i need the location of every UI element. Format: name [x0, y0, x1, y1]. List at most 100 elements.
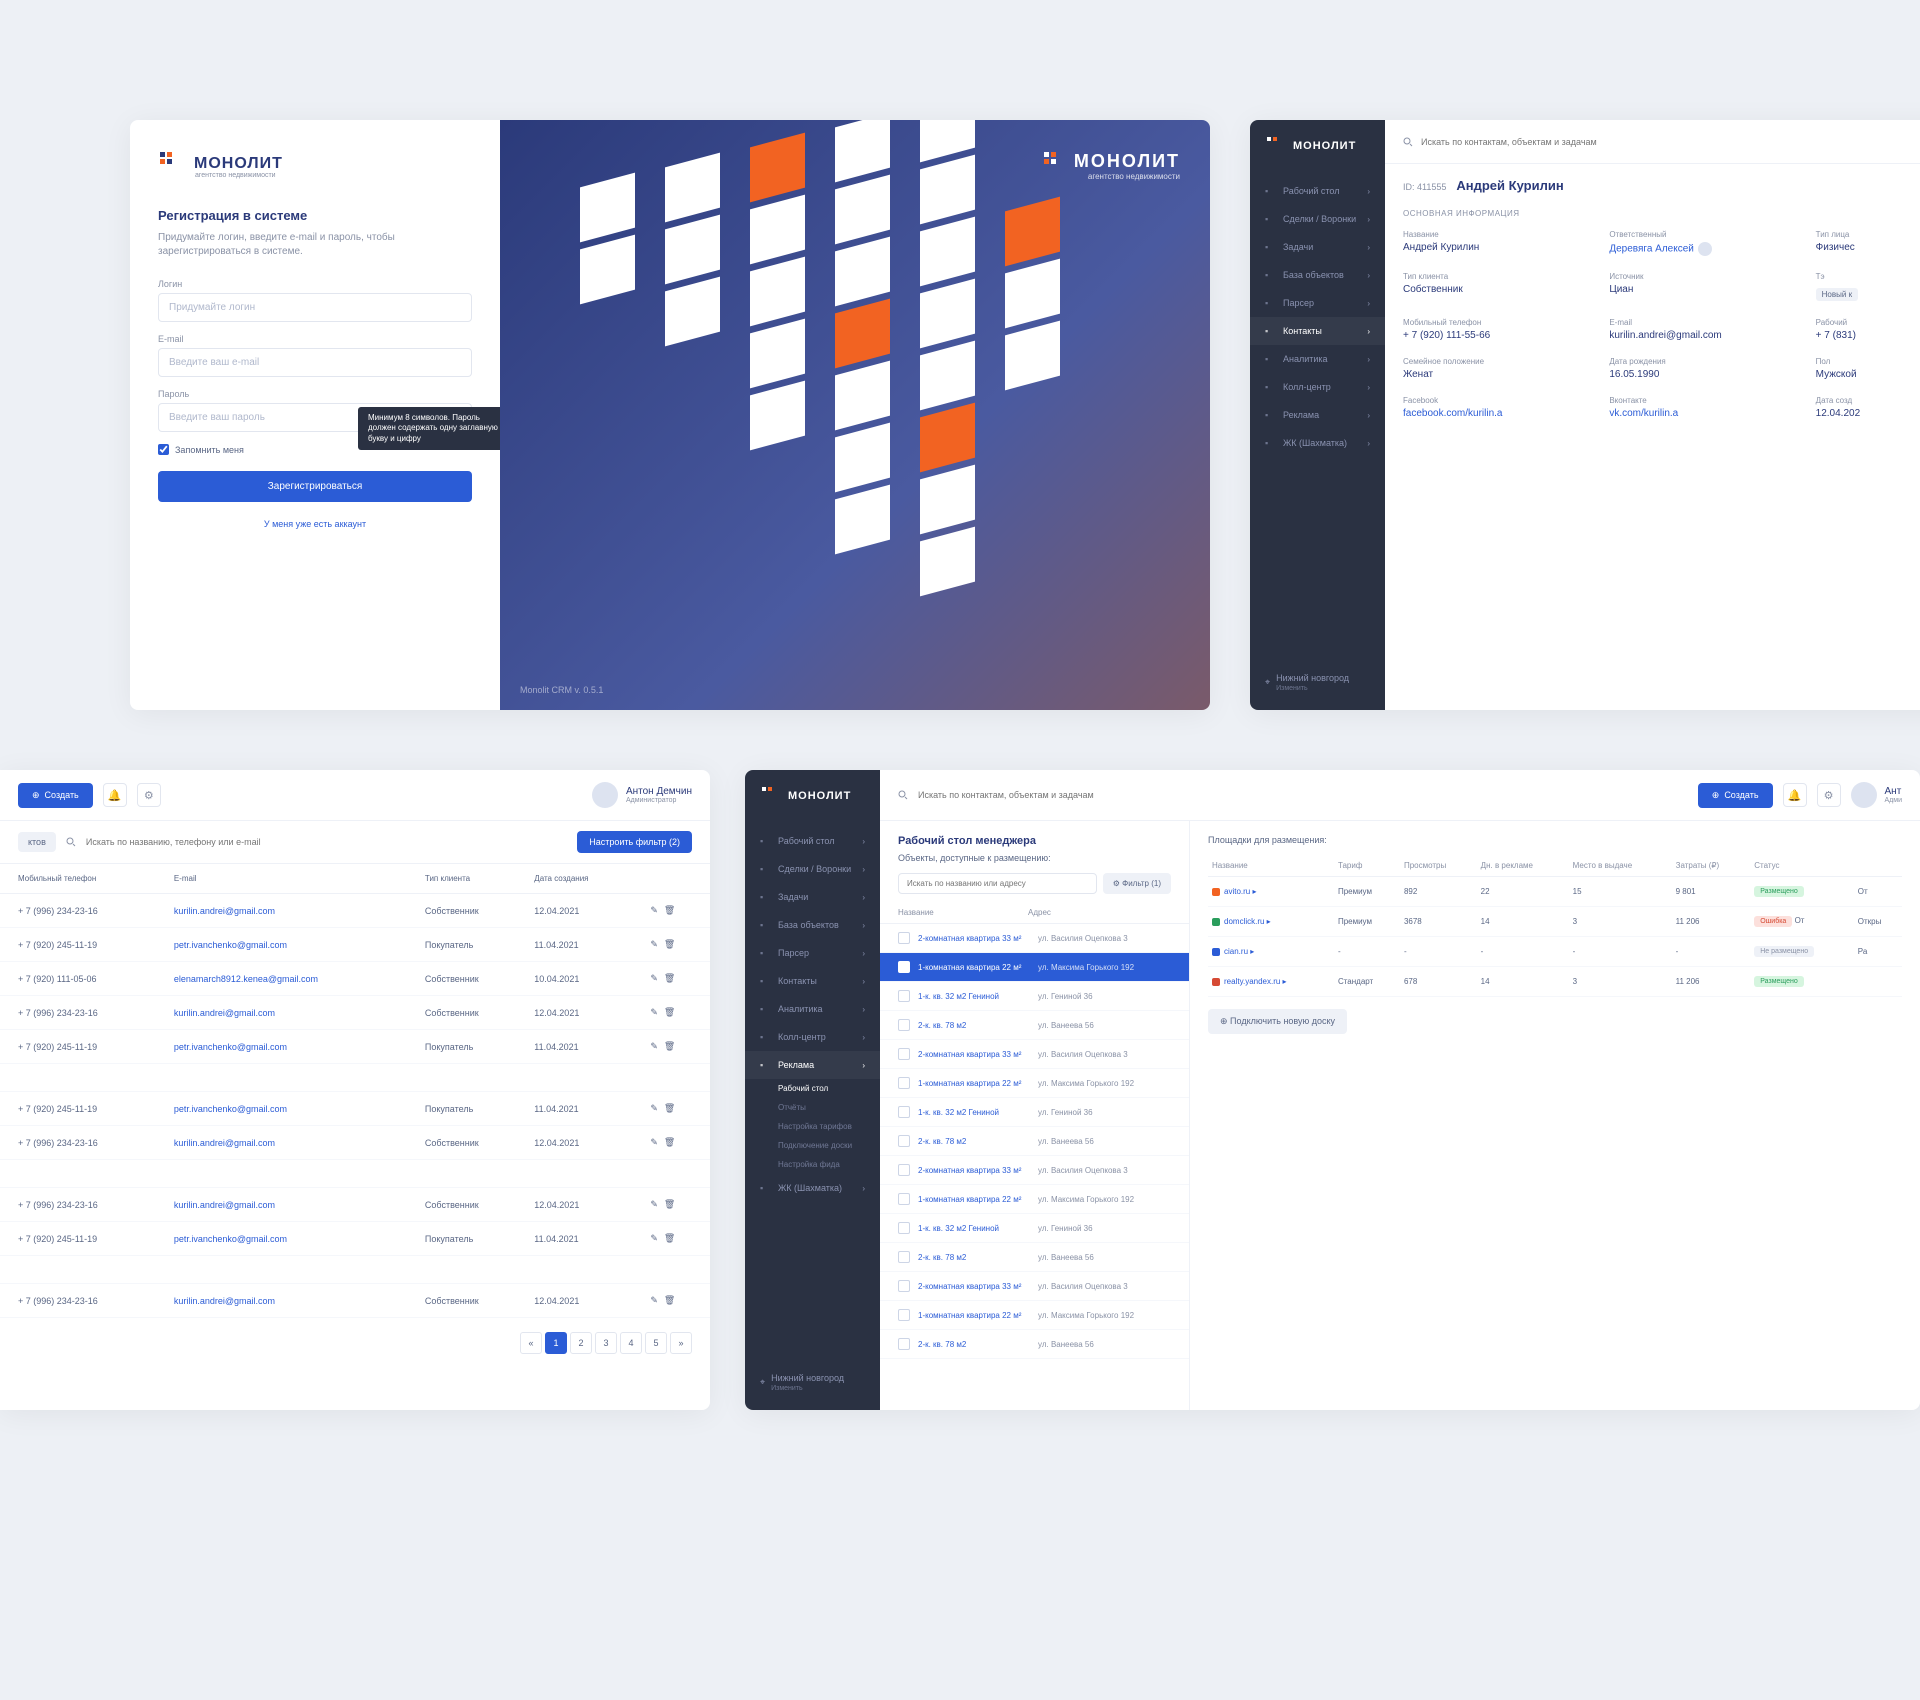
page-button[interactable]: 1	[545, 1332, 567, 1354]
sidebar-subitem[interactable]: Настройка фида	[745, 1155, 880, 1174]
object-row[interactable]: 2-комнатная квартира 33 м²ул. Василия Оц…	[880, 1156, 1189, 1185]
table-row[interactable]: + 7 (920) 245-11-19petr.ivanchenko@gmail…	[0, 1030, 710, 1064]
login-input[interactable]	[158, 293, 472, 322]
sidebar-item[interactable]: ▪Рабочий стол›	[1250, 177, 1385, 205]
edit-icon[interactable]: ✎	[650, 1103, 658, 1113]
notifications-icon[interactable]: 🔔	[1783, 783, 1807, 807]
object-row[interactable]: 2-к. кв. 78 м2ул. Ванеева 56	[880, 1127, 1189, 1156]
platform-row[interactable]: domclick.ru ▸Премиум367814311 206Ошибка …	[1208, 907, 1902, 937]
sidebar-item[interactable]: ▪Контакты›	[745, 967, 880, 995]
city-selector[interactable]: ⌖ Нижний новгородИзменить	[1265, 673, 1349, 692]
edit-icon[interactable]: ✎	[650, 973, 658, 983]
page-button[interactable]: «	[520, 1332, 542, 1354]
global-search[interactable]	[898, 785, 1688, 805]
table-row[interactable]	[0, 1256, 710, 1284]
sidebar-item[interactable]: ▪База объектов›	[745, 911, 880, 939]
sidebar-item[interactable]: ▪ЖК (Шахматка)›	[1250, 429, 1385, 457]
platform-row[interactable]: realty.yandex.ru ▸Стандарт67814311 206Ра…	[1208, 967, 1902, 997]
table-row[interactable]: + 7 (996) 234-23-16kurilin.andrei@gmail.…	[0, 1126, 710, 1160]
filter-button[interactable]: Настроить фильтр (2)	[577, 831, 692, 853]
table-row[interactable]: + 7 (996) 234-23-16kurilin.andrei@gmail.…	[0, 894, 710, 928]
edit-icon[interactable]: ✎	[650, 1137, 658, 1147]
object-filter-button[interactable]: ⚙ Фильтр (1)	[1103, 873, 1171, 894]
edit-icon[interactable]: ✎	[650, 1233, 658, 1243]
sidebar-subitem[interactable]: Настройка тарифов	[745, 1117, 880, 1136]
edit-icon[interactable]: ✎	[650, 1041, 658, 1051]
create-button[interactable]: ⊕Создать	[1698, 783, 1773, 808]
delete-icon[interactable]: 🗑	[664, 905, 675, 915]
table-row[interactable]: + 7 (920) 245-11-19petr.ivanchenko@gmail…	[0, 1222, 710, 1256]
sidebar-subitem[interactable]: Отчёты	[745, 1098, 880, 1117]
table-search[interactable]	[66, 832, 567, 852]
page-button[interactable]: 5	[645, 1332, 667, 1354]
page-button[interactable]: 3	[595, 1332, 617, 1354]
page-button[interactable]: 2	[570, 1332, 592, 1354]
object-row[interactable]: 1-комнатная квартира 22 м²ул. Максима Го…	[880, 1069, 1189, 1098]
sidebar-item[interactable]: ▪Парсер›	[745, 939, 880, 967]
platform-row[interactable]: avito.ru ▸Премиум89222159 801Размещено О…	[1208, 877, 1902, 907]
object-row[interactable]: 1-к. кв. 32 м2 Генинойул. Гениной 36	[880, 1098, 1189, 1127]
table-row[interactable]: + 7 (920) 245-11-19petr.ivanchenko@gmail…	[0, 928, 710, 962]
table-row[interactable]: + 7 (996) 234-23-16kurilin.andrei@gmail.…	[0, 1188, 710, 1222]
register-button[interactable]: Зарегистрироваться	[158, 471, 472, 502]
object-row[interactable]: 2-комнатная квартира 33 м²ул. Василия Оц…	[880, 1040, 1189, 1069]
delete-icon[interactable]: 🗑	[664, 1007, 675, 1017]
sidebar-subitem[interactable]: Подключение доски	[745, 1136, 880, 1155]
delete-icon[interactable]: 🗑	[664, 1103, 675, 1113]
table-row[interactable]: + 7 (920) 245-11-19petr.ivanchenko@gmail…	[0, 1092, 710, 1126]
object-search[interactable]	[898, 873, 1097, 894]
edit-icon[interactable]: ✎	[650, 905, 658, 915]
object-row[interactable]: 2-к. кв. 78 м2ул. Ванеева 56	[880, 1011, 1189, 1040]
city-selector[interactable]: ⌖ Нижний новгородИзменить	[760, 1373, 844, 1392]
delete-icon[interactable]: 🗑	[664, 1233, 675, 1243]
delete-icon[interactable]: 🗑	[664, 1041, 675, 1051]
sidebar-item[interactable]: ▪Аналитика›	[745, 995, 880, 1023]
delete-icon[interactable]: 🗑	[664, 1199, 675, 1209]
page-button[interactable]: 4	[620, 1332, 642, 1354]
user-menu[interactable]: АнтАдми	[1851, 782, 1902, 808]
table-row[interactable]: + 7 (920) 111-05-06elenamarch8912.kenea@…	[0, 962, 710, 996]
object-row[interactable]: 2-комнатная квартира 33 м²ул. Василия Оц…	[880, 924, 1189, 953]
sidebar-item[interactable]: ▪База объектов›	[1250, 261, 1385, 289]
object-row[interactable]: 1-к. кв. 32 м2 Генинойул. Гениной 36	[880, 982, 1189, 1011]
sidebar-item[interactable]: ▪Задачи›	[745, 883, 880, 911]
create-button[interactable]: ⊕Создать	[18, 783, 93, 808]
sidebar-item[interactable]: ▪Реклама›	[745, 1051, 880, 1079]
settings-icon[interactable]: ⚙	[137, 783, 161, 807]
connect-board-button[interactable]: ⊕ Подключить новую доску	[1208, 1009, 1347, 1034]
sidebar-item[interactable]: ▪Сделки / Воронки›	[745, 855, 880, 883]
have-account-link[interactable]: У меня уже есть аккаунт	[264, 519, 366, 529]
edit-icon[interactable]: ✎	[650, 1007, 658, 1017]
user-menu[interactable]: Антон ДемчинАдминистратор	[592, 782, 692, 808]
delete-icon[interactable]: 🗑	[664, 939, 675, 949]
sidebar-subitem[interactable]: Рабочий стол	[745, 1079, 880, 1098]
object-row[interactable]: 1-комнатная квартира 22 м²ул. Максима Го…	[880, 953, 1189, 982]
edit-icon[interactable]: ✎	[650, 1199, 658, 1209]
edit-icon[interactable]: ✎	[650, 1295, 658, 1305]
object-row[interactable]: 2-комнатная квартира 33 м²ул. Василия Оц…	[880, 1272, 1189, 1301]
platform-row[interactable]: cian.ru ▸-----Не размещено Ра	[1208, 937, 1902, 967]
sidebar-item[interactable]: ▪Аналитика›	[1250, 345, 1385, 373]
object-row[interactable]: 1-к. кв. 32 м2 Генинойул. Гениной 36	[880, 1214, 1189, 1243]
settings-icon[interactable]: ⚙	[1817, 783, 1841, 807]
object-row[interactable]: 2-к. кв. 78 м2ул. Ванеева 56	[880, 1330, 1189, 1359]
sidebar-item[interactable]: ▪Колл-центр›	[745, 1023, 880, 1051]
sidebar-item[interactable]: ▪Рабочий стол›	[745, 827, 880, 855]
sidebar-item[interactable]: ▪Реклама›	[1250, 401, 1385, 429]
table-row[interactable]: + 7 (996) 234-23-16kurilin.andrei@gmail.…	[0, 1284, 710, 1318]
delete-icon[interactable]: 🗑	[664, 1295, 675, 1305]
edit-icon[interactable]: ✎	[650, 939, 658, 949]
table-row[interactable]	[0, 1064, 710, 1092]
global-search[interactable]	[1403, 133, 1920, 151]
delete-icon[interactable]: 🗑	[664, 973, 675, 983]
notifications-icon[interactable]: 🔔	[103, 783, 127, 807]
object-row[interactable]: 1-комнатная квартира 22 м²ул. Максима Го…	[880, 1185, 1189, 1214]
object-row[interactable]: 1-комнатная квартира 22 м²ул. Максима Го…	[880, 1301, 1189, 1330]
table-row[interactable]: + 7 (996) 234-23-16kurilin.andrei@gmail.…	[0, 996, 710, 1030]
delete-icon[interactable]: 🗑	[664, 1137, 675, 1147]
tab-chip[interactable]: ктов	[18, 832, 56, 852]
page-button[interactable]: »	[670, 1332, 692, 1354]
sidebar-item[interactable]: ▪Колл-центр›	[1250, 373, 1385, 401]
sidebar-item[interactable]: ▪Сделки / Воронки›	[1250, 205, 1385, 233]
sidebar-item[interactable]: ▪Контакты›	[1250, 317, 1385, 345]
